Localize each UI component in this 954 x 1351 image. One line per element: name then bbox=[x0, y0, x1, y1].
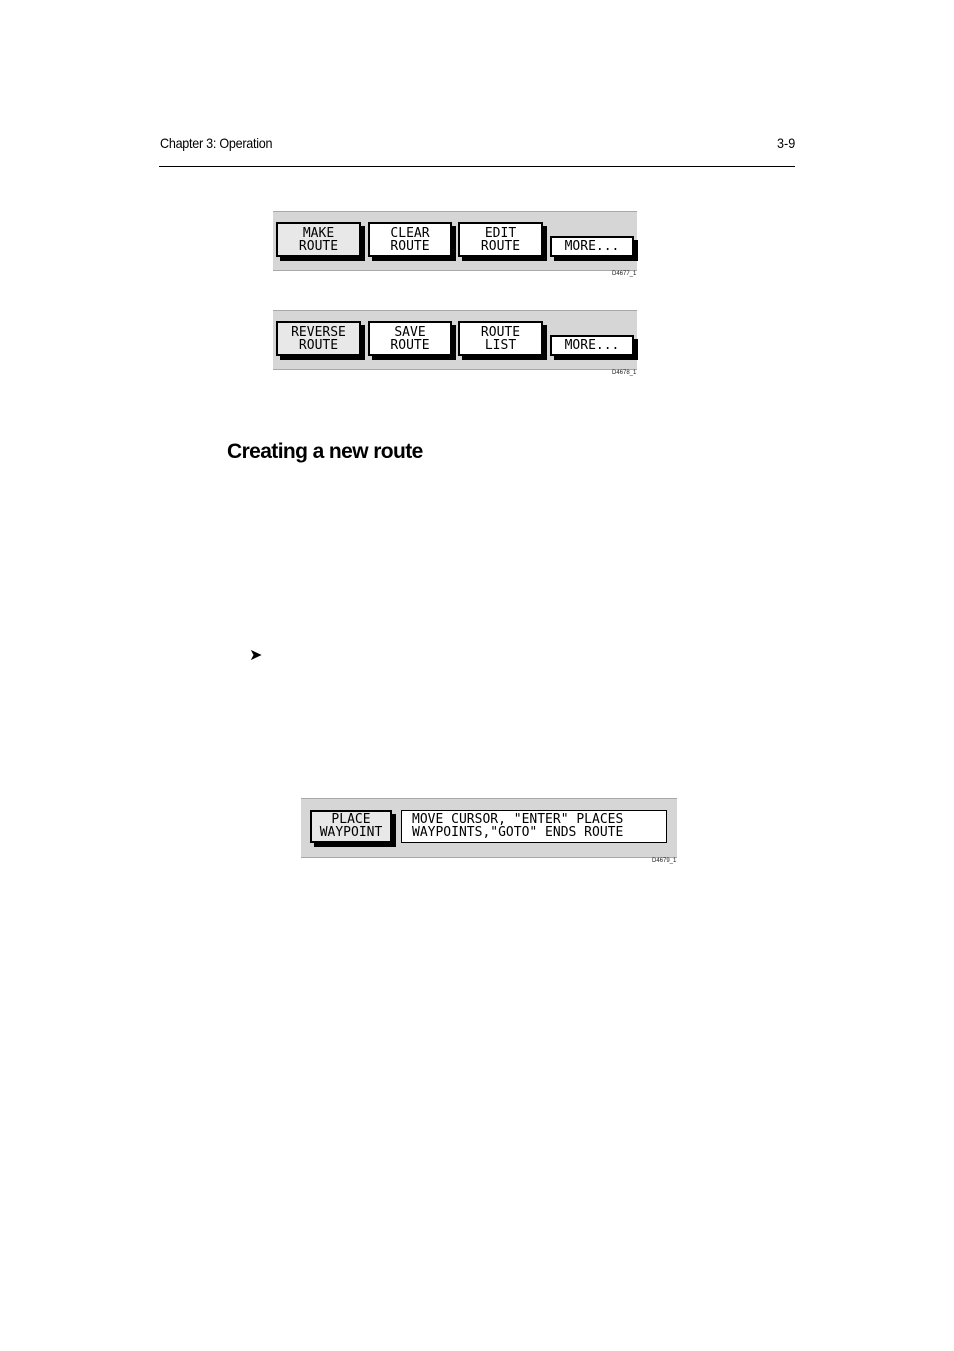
softkey-label: MORE... bbox=[564, 338, 620, 353]
figure-id: D4678_1 bbox=[612, 370, 637, 376]
page-number: 3-9 bbox=[776, 135, 795, 151]
chapter-title: Chapter 3: Operation bbox=[160, 135, 273, 151]
save-route-softkey[interactable]: SAVE ROUTE bbox=[368, 321, 452, 356]
reverse-route-softkey[interactable]: REVERSE ROUTE bbox=[276, 321, 361, 356]
clear-route-softkey[interactable]: CLEAR ROUTE bbox=[368, 222, 452, 257]
softkey-panel-route-2: REVERSE ROUTE SAVE ROUTE ROUTE LIST MORE… bbox=[273, 310, 637, 370]
figure-id: D4679_1 bbox=[652, 858, 677, 864]
softkey-label: MORE... bbox=[564, 239, 620, 254]
figure-id: D4677_1 bbox=[612, 271, 637, 277]
instruction-message-box: MOVE CURSOR, "ENTER" PLACES WAYPOINTS,"G… bbox=[401, 810, 667, 843]
section-title: Creating a new route bbox=[227, 440, 423, 463]
softkey-label-line2: ROUTE bbox=[298, 338, 339, 353]
softkey-label-line2: ROUTE bbox=[390, 338, 430, 353]
message-line2: WAYPOINTS,"GOTO" ENDS ROUTE bbox=[412, 825, 624, 840]
softkey-label-line2: LIST bbox=[484, 338, 517, 353]
place-waypoint-panel: PLACE WAYPOINT MOVE CURSOR, "ENTER" PLAC… bbox=[301, 798, 677, 858]
more-softkey[interactable]: MORE... bbox=[550, 335, 634, 356]
softkey-label-line2: ROUTE bbox=[390, 239, 430, 254]
header-divider bbox=[159, 166, 795, 167]
bullet-arrow-icon: ➤ bbox=[249, 647, 263, 664]
place-waypoint-softkey[interactable]: PLACE WAYPOINT bbox=[310, 810, 392, 843]
edit-route-softkey[interactable]: EDIT ROUTE bbox=[458, 222, 543, 257]
softkey-panel-route-1: MAKE ROUTE CLEAR ROUTE EDIT ROUTE MORE..… bbox=[273, 211, 637, 271]
softkey-label-line2: ROUTE bbox=[298, 239, 339, 254]
route-list-softkey[interactable]: ROUTE LIST bbox=[458, 321, 543, 356]
softkey-label-line2: WAYPOINT bbox=[319, 825, 383, 840]
more-softkey[interactable]: MORE... bbox=[550, 236, 634, 257]
make-route-softkey[interactable]: MAKE ROUTE bbox=[276, 222, 361, 257]
softkey-label-line2: ROUTE bbox=[480, 239, 521, 254]
